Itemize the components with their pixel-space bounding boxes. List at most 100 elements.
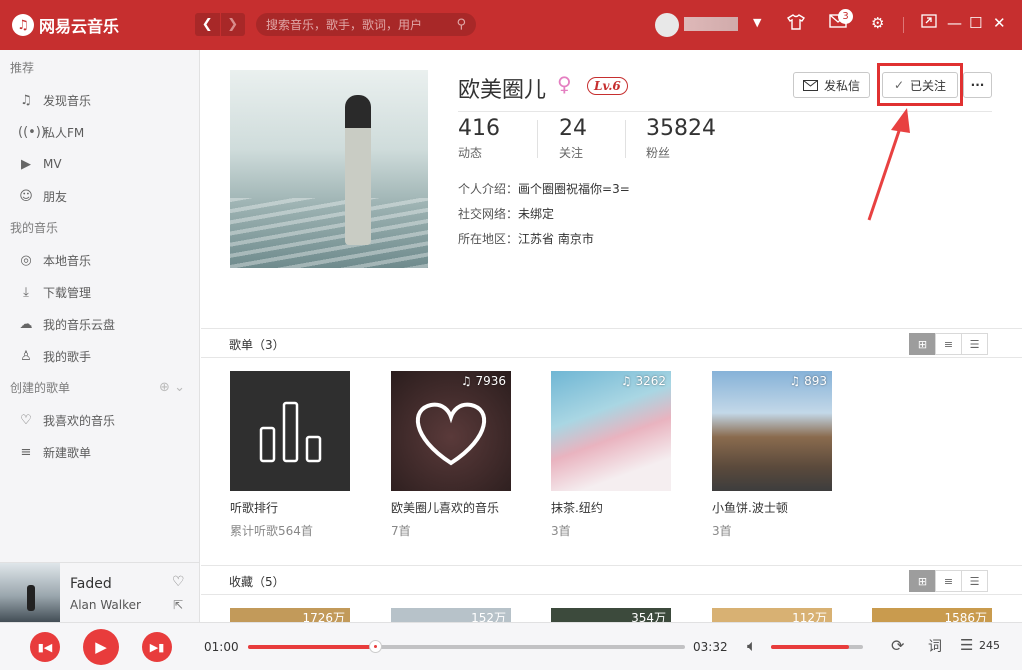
sidebar-item-fm[interactable]: ((•)) 私人FM: [0, 116, 199, 148]
highlight-box: [877, 63, 963, 106]
playlist-cover[interactable]: ♫ 893: [712, 371, 832, 491]
headphones-icon: ♫: [620, 374, 632, 388]
more-icon: ···: [970, 78, 985, 92]
player-bar: ▮◀ ▶ ▶▮ 01:00 03:32 🔈︎ ⟳ 词 ☰ 245: [0, 622, 1022, 670]
grid-view-icon[interactable]: ⊞: [909, 570, 936, 592]
user-avatar[interactable]: [655, 13, 679, 37]
lyrics-button[interactable]: 词: [928, 636, 942, 656]
playlist-cover[interactable]: ♫ 7936: [391, 371, 511, 491]
minimize-icon[interactable]: —: [947, 14, 962, 32]
favorite-card[interactable]: 1726万: [230, 608, 350, 622]
volume-icon[interactable]: 🔈︎: [747, 636, 757, 656]
search-box[interactable]: ⚲: [256, 13, 476, 36]
playlist-icon[interactable]: ☰: [960, 636, 973, 654]
sidebar-section-created: 创建的歌单 ⊕ ⌄: [10, 380, 185, 395]
sidebar-item-local[interactable]: ◎ 本地音乐: [0, 244, 199, 276]
previous-button[interactable]: ▮◀: [30, 632, 60, 662]
favorite-card[interactable]: 152万: [391, 608, 511, 622]
history-nav: ❮ ❯: [195, 13, 245, 36]
more-button[interactable]: ···: [963, 72, 992, 98]
playlist-card[interactable]: ♫ 3262 抹茶.纽约 3首: [551, 371, 671, 539]
volume-fill: [771, 645, 850, 649]
stat-events[interactable]: 416 动态: [458, 116, 500, 161]
headphones-icon: ♫: [789, 374, 801, 388]
next-icon: ▶▮: [149, 640, 165, 654]
share-icon[interactable]: ⇱: [173, 598, 183, 612]
progress-fill: [248, 645, 375, 649]
current-time: 01:00: [204, 640, 239, 654]
now-playing-title[interactable]: Faded: [70, 576, 112, 592]
back-button[interactable]: ❮: [195, 13, 220, 36]
close-icon[interactable]: ✕: [993, 14, 1006, 32]
app-logo[interactable]: ♫ 网易云音乐: [12, 13, 119, 37]
stat-followers[interactable]: 35824 粉丝: [646, 116, 716, 161]
sidebar-item-mv[interactable]: ▶ MV: [0, 148, 199, 180]
previous-icon: ▮◀: [37, 640, 53, 654]
list-view-icon[interactable]: ≡: [935, 570, 962, 592]
favorites-header: 收藏（5） ⊞ ≡ ☰: [201, 565, 1022, 595]
sidebar-item-discover[interactable]: ♫ 发现音乐: [0, 84, 199, 116]
stat-following[interactable]: 24 关注: [559, 116, 587, 161]
play-button[interactable]: ▶: [83, 629, 119, 665]
playlist-card[interactable]: ♫ 7936 欧美圈儿喜欢的音乐 7首: [391, 371, 511, 539]
new-playlist-icon: ≡: [20, 444, 32, 460]
mini-mode-icon[interactable]: [921, 14, 937, 32]
app-title: 网易云音乐: [39, 17, 120, 36]
chevron-down-icon[interactable]: ▼: [753, 16, 761, 29]
forward-button[interactable]: ❯: [219, 13, 245, 36]
singer-icon: ♙: [20, 348, 32, 364]
sidebar-item-liked[interactable]: ♡ 我喜欢的音乐: [0, 404, 199, 436]
download-icon: ⤓: [23, 284, 29, 300]
send-message-button[interactable]: 发私信: [793, 72, 870, 98]
maximize-icon[interactable]: ☐: [969, 14, 982, 32]
settings-gear-icon[interactable]: ⚙: [871, 14, 884, 32]
grid-view-icon[interactable]: ⊞: [909, 333, 936, 355]
sidebar-item-download[interactable]: ⤓ 下载管理: [0, 276, 199, 308]
sidebar-section-recommend: 推荐: [10, 61, 35, 75]
now-playing-artist[interactable]: Alan Walker: [70, 598, 141, 612]
sidebar-item-singer[interactable]: ♙ 我的歌手: [0, 340, 199, 372]
main-content: 欧美圈儿 ♀ Lv.6 发私信 ✓ 已关注 ··· 416 动态 24 关注 358…: [201, 50, 1022, 622]
profile-avatar[interactable]: [230, 70, 428, 268]
progress-handle[interactable]: [368, 640, 382, 653]
mail-badge: 3: [838, 9, 853, 24]
detail-view-icon[interactable]: ☰: [961, 570, 988, 592]
playlist-cover[interactable]: ♫ 3262: [551, 371, 671, 491]
app-window: ♫ 网易云音乐 ❮ ❯ ⚲ ▼ 3 ⚙ — ☐ ✕ 推荐 ♫发: [0, 0, 1022, 670]
netease-logo-icon: ♫: [12, 14, 34, 36]
playlist-count: 245: [979, 639, 1000, 652]
favorite-card[interactable]: 354万: [551, 608, 671, 622]
favorite-card[interactable]: 1586万: [872, 608, 992, 622]
volume-slider[interactable]: [771, 645, 863, 649]
profile-name: 欧美圈儿: [458, 78, 547, 103]
add-playlist-icon[interactable]: ⊕: [159, 380, 170, 395]
now-playing[interactable]: Faded Alan Walker ♡ ⇱: [0, 562, 200, 623]
sidebar-item-new-playlist[interactable]: ≡ 新建歌单: [0, 436, 199, 468]
now-playing-cover[interactable]: [0, 563, 60, 623]
sidebar: 推荐 ♫ 发现音乐 ((•)) 私人FM ▶ MV ☺ 朋友 我的音乐 ◎ 本地音乐 ⤓ 下…: [0, 50, 200, 562]
user-name-blurred[interactable]: [684, 17, 738, 31]
mail-icon: [802, 79, 818, 91]
sidebar-item-friends[interactable]: ☺ 朋友: [0, 180, 199, 212]
next-button[interactable]: ▶▮: [142, 632, 172, 662]
collapse-chevron-icon[interactable]: ⌄: [174, 380, 185, 395]
heart-icon: ♡: [20, 412, 32, 428]
info-social: 社交网络：未绑定: [458, 207, 555, 221]
search-icon[interactable]: ⚲: [456, 17, 466, 32]
playlist-card[interactable]: 听歌排行 累计听歌564首: [230, 371, 350, 539]
detail-view-icon[interactable]: ☰: [961, 333, 988, 355]
favorite-card[interactable]: 112万: [712, 608, 832, 622]
progress-bar[interactable]: [248, 640, 685, 653]
like-heart-icon[interactable]: ♡: [172, 574, 185, 590]
playlist-cover[interactable]: [230, 371, 350, 491]
list-view-icon[interactable]: ≡: [935, 333, 962, 355]
bar-chart-icon: [259, 401, 322, 463]
cloud-icon: ☁: [19, 316, 33, 332]
loop-icon[interactable]: ⟳: [891, 636, 904, 655]
skin-shirt-icon[interactable]: [787, 14, 805, 34]
search-input[interactable]: [266, 17, 446, 32]
playlist-card[interactable]: ♫ 893 小鱼饼.波士顿 3首: [712, 371, 832, 539]
friends-icon: ☺: [19, 188, 33, 204]
sidebar-item-cloud[interactable]: ☁ 我的音乐云盘: [0, 308, 199, 340]
sidebar-section-my-music: 我的音乐: [10, 221, 59, 235]
